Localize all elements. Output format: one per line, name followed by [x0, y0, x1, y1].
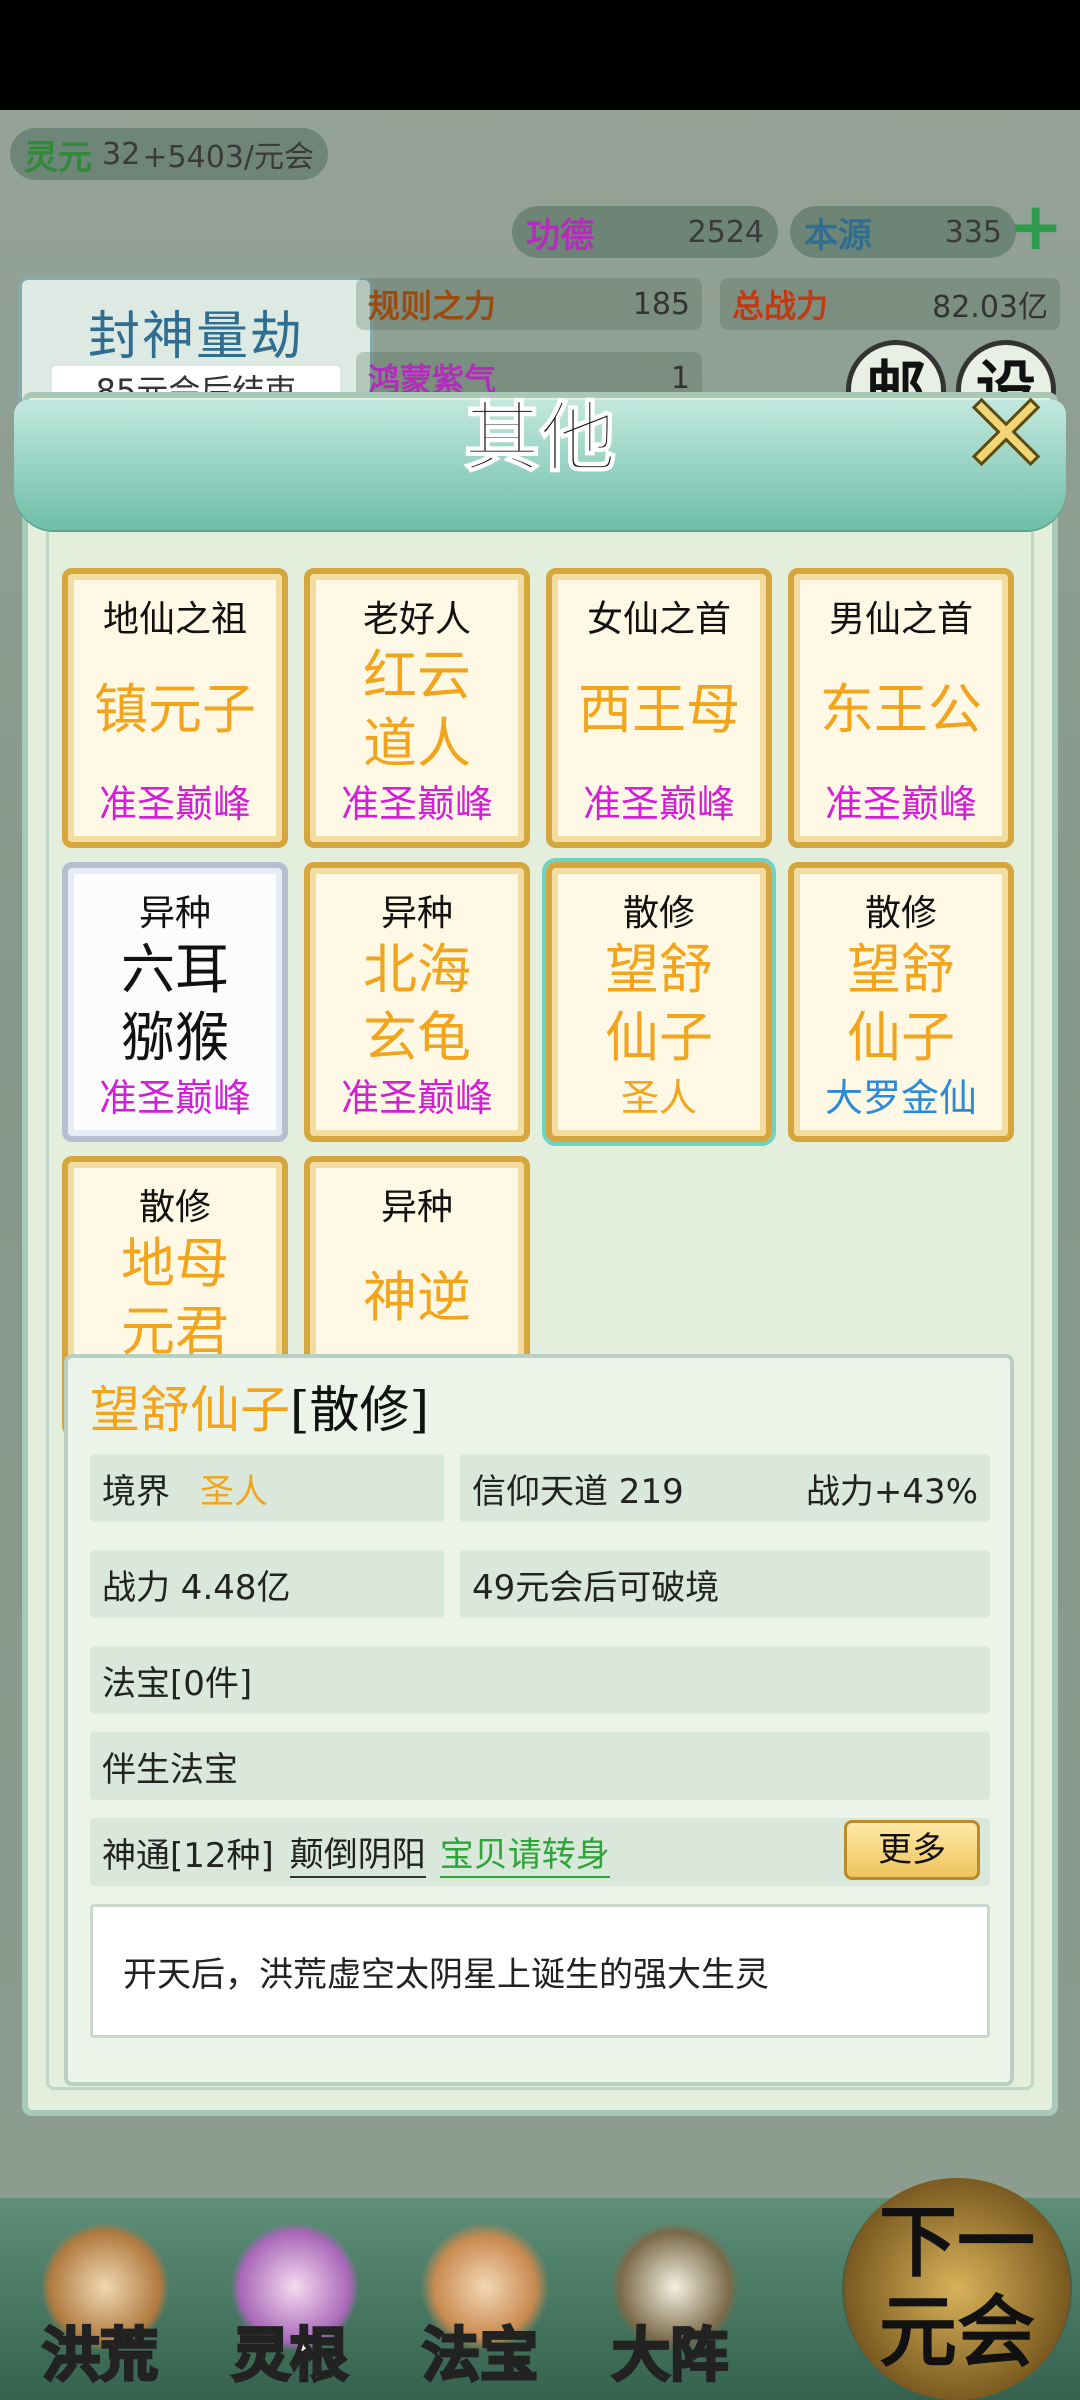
character-card[interactable]: 异种 北海玄龟 准圣巅峰 — [304, 862, 530, 1142]
companion-treasure-row[interactable]: 伴生法宝 — [90, 1732, 990, 1800]
card-rank: 圣人 — [620, 1076, 697, 1120]
faith-row: 信仰天道 219 战力+43% — [460, 1454, 990, 1522]
resource-lingyuan: 灵元 32 +5403/元会 — [10, 128, 328, 180]
gongde-value: 2524 — [687, 214, 764, 250]
more-skills-button[interactable]: 更多 — [844, 1820, 980, 1880]
card-name: 北海玄龟 — [363, 938, 471, 1069]
power-bonus: 战力+43% — [805, 1471, 978, 1512]
card-name: 望舒仙子 — [847, 938, 955, 1069]
event-title: 封神量劫 — [87, 307, 304, 367]
gongde-label: 功德 — [526, 215, 594, 256]
character-card[interactable]: 老好人 红云道人 准圣巅峰 — [304, 568, 530, 848]
lingyuan-rate: +5403/元会 — [142, 140, 314, 175]
card-rank: 准圣巅峰 — [340, 1076, 493, 1120]
card-name: 望舒仙子 — [605, 938, 713, 1069]
add-resource-button[interactable]: + — [1008, 194, 1063, 260]
card-rank: 准圣巅峰 — [582, 782, 735, 826]
detail-sect: [散修] — [290, 1381, 430, 1439]
resource-benyuan: 本源 335 — [790, 206, 1016, 258]
card-name: 六耳猕猴 — [121, 938, 229, 1069]
lingyuan-value: 32 — [102, 136, 141, 172]
resource-gongde: 功德 2524 — [512, 206, 778, 258]
companion-label: 伴生法宝 — [102, 1749, 238, 1790]
close-icon[interactable]: ✕ — [959, 378, 1054, 491]
stat-rules: 规则之力 185 — [356, 278, 702, 330]
card-rank: 准圣巅峰 — [824, 782, 977, 826]
card-name: 东王公 — [820, 678, 982, 741]
benyuan-value: 335 — [944, 214, 1002, 250]
nav-honghuang[interactable]: 洪荒 — [10, 2212, 190, 2392]
nav-label: 大阵 — [610, 2320, 729, 2391]
nav-label: 法宝 — [420, 2320, 539, 2391]
power-value: 战力 4.48亿 — [102, 1567, 291, 1608]
nav-linggen[interactable]: 灵根 — [200, 2212, 380, 2392]
lingyuan-label: 灵元 — [24, 137, 92, 178]
nav-label: 洪荒 — [40, 2320, 159, 2391]
card-rank: 准圣巅峰 — [98, 782, 251, 826]
skill-link[interactable]: 颠倒阴阳 — [289, 1827, 426, 1878]
character-card[interactable]: 地仙之祖 镇元子 准圣巅峰 — [62, 568, 288, 848]
realm-row: 境界 圣人 — [90, 1454, 444, 1522]
power-value: 82.03亿 — [932, 290, 1048, 325]
character-card[interactable]: 女仙之首 西王母 准圣巅峰 — [546, 568, 772, 848]
realm-label: 境界 — [102, 1471, 170, 1512]
faith-value: 信仰天道 219 — [472, 1471, 684, 1512]
realm-value: 圣人 — [200, 1471, 268, 1512]
benyuan-label: 本源 — [804, 215, 872, 256]
rules-label: 规则之力 — [368, 287, 497, 325]
next-era-button[interactable]: 下一元会 — [842, 2178, 1072, 2400]
rules-value: 185 — [632, 286, 690, 322]
skills-label: 神通[12种] — [102, 1835, 274, 1876]
detail-title: 望舒仙子[散修] — [90, 1370, 429, 1442]
character-card-selected[interactable]: 散修 望舒仙子 圣人 — [542, 858, 776, 1146]
power-label: 总战力 — [732, 287, 829, 325]
status-bar — [0, 0, 1080, 110]
card-name: 镇元子 — [94, 678, 256, 741]
treasure-row[interactable]: 法宝[0件] — [90, 1646, 990, 1714]
character-card[interactable]: 男仙之首 东王公 准圣巅峰 — [788, 568, 1014, 848]
card-name: 神逆 — [363, 1266, 471, 1329]
character-card[interactable]: 散修 望舒仙子 大罗金仙 — [788, 862, 1014, 1142]
card-name: 红云道人 — [363, 644, 471, 775]
modal-title: 其他 — [463, 392, 617, 483]
character-description: 开天后，洪荒虚空太阴星上诞生的强大生灵 — [90, 1904, 990, 2038]
nav-label: 灵根 — [230, 2320, 349, 2391]
nav-fabao[interactable]: 法宝 — [390, 2212, 570, 2392]
card-rank: 准圣巅峰 — [340, 782, 493, 826]
breakthrough-value: 49元会后可破境 — [472, 1567, 720, 1608]
card-name: 地母元君 — [121, 1232, 229, 1363]
treasure-value: 法宝[0件] — [102, 1663, 253, 1704]
card-rank: 准圣巅峰 — [98, 1076, 251, 1120]
card-name: 西王母 — [578, 678, 740, 741]
next-era-label: 下一元会 — [878, 2197, 1035, 2378]
detail-name: 望舒仙子 — [90, 1381, 290, 1439]
card-rank: 大罗金仙 — [824, 1076, 977, 1120]
power-row: 战力 4.48亿 — [90, 1550, 444, 1618]
breakthrough-row: 49元会后可破境 — [460, 1550, 990, 1618]
nav-dazhen[interactable]: 大阵 — [580, 2212, 760, 2392]
skill-link[interactable]: 宝贝请转身 — [439, 1827, 610, 1878]
character-card[interactable]: 异种 六耳猕猴 准圣巅峰 — [62, 862, 288, 1142]
stat-power: 总战力 82.03亿 — [720, 278, 1060, 330]
